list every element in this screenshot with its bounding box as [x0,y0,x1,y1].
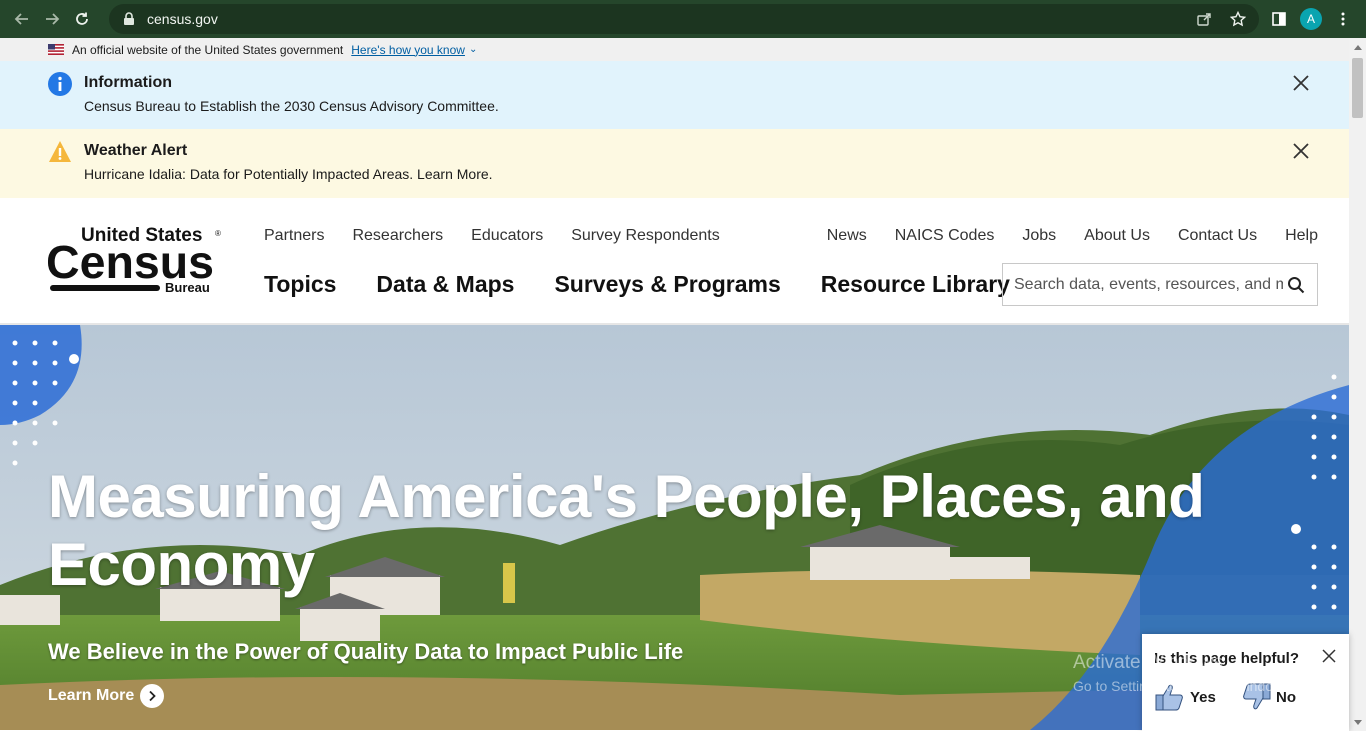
learn-more-label: Learn More [48,687,135,704]
utility-nav-right: News NAICS Codes Jobs About Us Contact U… [827,227,1318,245]
share-button[interactable] [1189,4,1219,34]
page-scrollbar[interactable] [1349,38,1366,731]
back-button[interactable] [7,4,37,34]
profile-avatar[interactable]: A [1300,8,1322,30]
chevron-down-icon: ⌄ [468,44,478,55]
alert-text[interactable]: Hurricane Idalia: Data for Potentially I… [84,166,493,182]
close-icon[interactable] [1291,73,1311,93]
side-panel-icon [1272,12,1286,26]
search-icon[interactable] [1287,276,1305,294]
hero-title: Measuring America's People, Places, and … [48,463,1205,598]
info-icon [48,72,72,96]
chevron-right-icon [140,684,165,708]
information-alert: Information Census Bureau to Establish t… [0,61,1349,129]
arrow-right-icon [46,13,60,25]
star-icon [1230,11,1246,27]
nav-naics-codes[interactable]: NAICS Codes [895,227,995,245]
arrow-left-icon [14,13,28,25]
utility-nav-left: Partners Researchers Educators Survey Re… [264,227,720,245]
nav-researchers[interactable]: Researchers [352,227,443,245]
logo-mark: ® [215,229,221,238]
page-content: An official website of the United States… [0,38,1349,731]
watermark-line2: Go to Settings to activate Windows. [1073,678,1294,694]
alert-text: Census Bureau to Establish the 2030 Cens… [84,98,499,114]
browser-toolbar: census.gov A [0,0,1366,38]
site-search [1002,263,1318,306]
nav-contact-us[interactable]: Contact Us [1178,227,1257,245]
logo-line3: Bureau [165,280,210,295]
main-nav: Topics Data & Maps Surveys & Programs Re… [264,271,1010,298]
nav-educators[interactable]: Educators [471,227,543,245]
nav-data-and-maps[interactable]: Data & Maps [376,271,514,298]
nav-resource-library[interactable]: Resource Library [821,271,1010,298]
nav-about-us[interactable]: About Us [1084,227,1150,245]
scrollbar-thumb[interactable] [1352,58,1363,118]
gov-banner-text: An official website of the United States… [72,42,344,57]
url-text: census.gov [147,11,218,27]
reload-button[interactable] [67,4,97,34]
heres-how-you-know-link[interactable]: Here's how you know [351,43,465,57]
reload-icon [76,12,88,25]
hero-subtitle: We Believe in the Power of Quality Data … [48,639,684,664]
nav-partners[interactable]: Partners [264,227,324,245]
search-input[interactable] [1003,275,1283,294]
close-icon[interactable] [1291,141,1311,161]
alert-title: Information [84,74,172,91]
learn-more-link[interactable]: Learn More [48,684,165,708]
watermark-line1: Activate Windows [1073,652,1223,673]
us-flag-icon [48,44,64,55]
nav-jobs[interactable]: Jobs [1022,227,1056,245]
bookmark-button[interactable] [1223,4,1253,34]
browser-menu-button[interactable] [1328,4,1358,34]
alert-title: Weather Alert [84,142,188,159]
nav-help[interactable]: Help [1285,227,1318,245]
nav-survey-respondents[interactable]: Survey Respondents [571,227,720,245]
census-bureau-logo[interactable]: United States ® Census Bureau [48,225,223,297]
nav-topics[interactable]: Topics [264,271,336,298]
activate-windows-watermark: Activate Windows Go to Settings to activ… [1073,652,1294,694]
side-panel-button[interactable] [1264,4,1294,34]
warning-icon [49,141,71,162]
nav-surveys-and-programs[interactable]: Surveys & Programs [554,271,780,298]
gov-banner: An official website of the United States… [0,38,1349,61]
kebab-menu-icon [1341,12,1345,26]
site-header: United States ® Census Bureau Partners R… [0,198,1349,325]
scroll-down-arrow-icon[interactable] [1349,715,1366,729]
weather-alert: Weather Alert Hurricane Idalia: Data for… [0,129,1349,198]
forward-button[interactable] [37,4,67,34]
address-bar[interactable]: census.gov [109,4,1259,34]
lock-icon [121,11,137,27]
share-icon [1197,13,1211,26]
nav-news[interactable]: News [827,227,867,245]
scroll-up-arrow-icon[interactable] [1349,40,1366,54]
close-icon[interactable] [1321,648,1337,664]
